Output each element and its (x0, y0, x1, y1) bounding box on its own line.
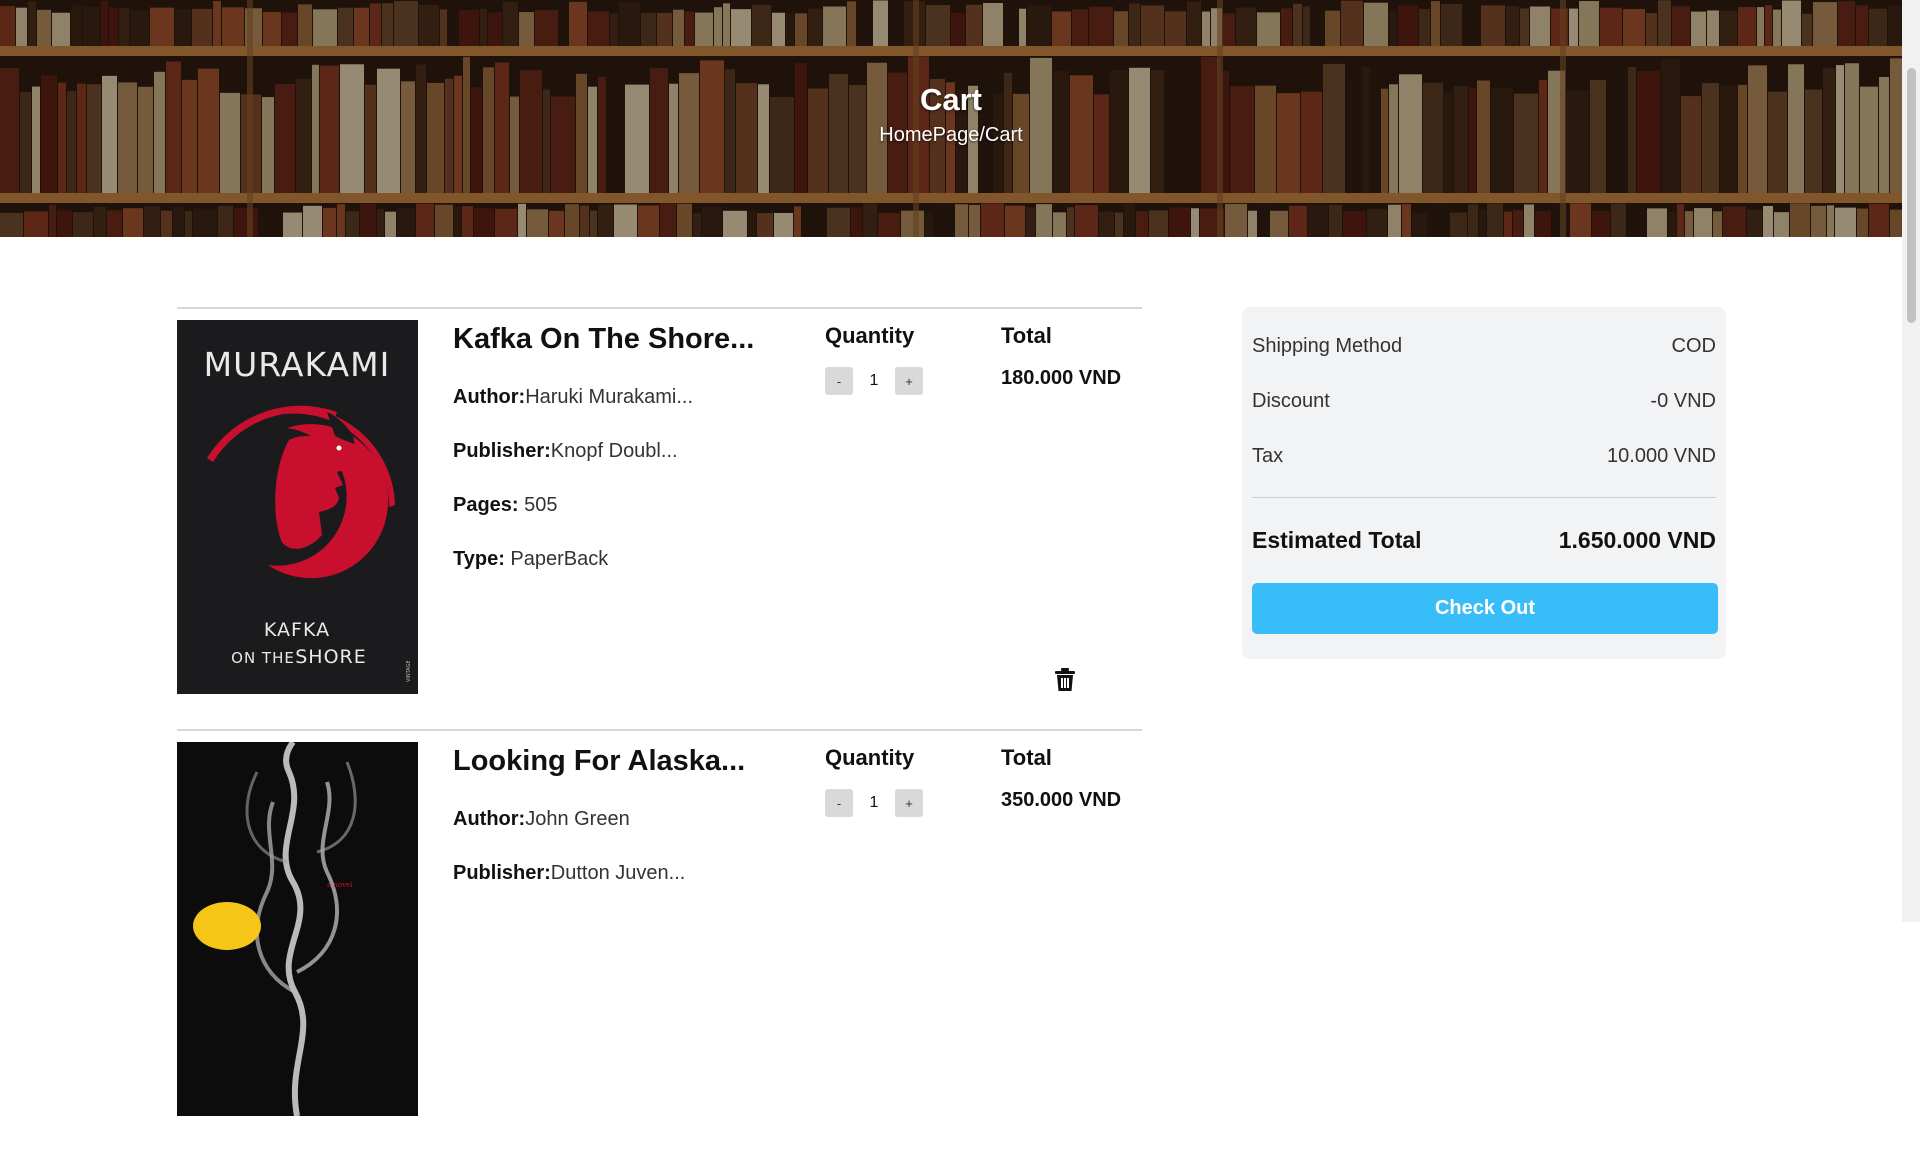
tax-value: 10.000 VND (1607, 445, 1716, 467)
estimated-total-value: 1.650.000 VND (1558, 527, 1716, 553)
total-header: Total (1001, 745, 1052, 770)
item-total: 180.000 VND (1001, 367, 1122, 389)
estimated-total-row: Estimated Total 1.650.000 VND (1252, 527, 1716, 554)
shipping-method-value: COD (1671, 335, 1716, 357)
summary-divider (1252, 497, 1716, 498)
quantity-value: 1 (869, 372, 879, 389)
book-author: Author:John Green (453, 808, 630, 830)
quantity-value: 1 (869, 794, 879, 811)
quantity-header: Quantity (825, 323, 915, 348)
book-info: Kafka On The Shore... Author:Haruki Mura… (453, 323, 783, 602)
book-pages: Pages: 505 (453, 494, 558, 516)
book-publisher: Publisher:Knopf Doubl... (453, 440, 678, 462)
quantity-header: Quantity (825, 745, 915, 770)
increase-quantity-button[interactable]: + (895, 789, 923, 817)
increase-quantity-button[interactable]: + (895, 367, 923, 395)
decrease-quantity-button[interactable]: - (825, 789, 853, 817)
page-title: Cart (919, 82, 982, 117)
discount-label: Discount (1252, 390, 1330, 412)
estimated-total-label: Estimated Total (1252, 527, 1422, 553)
discount-value: -0 VND (1650, 390, 1716, 412)
cover-author-text: MURAKAMI (204, 345, 391, 384)
cover-title-line1: KAFKA (264, 619, 330, 641)
cover-title-line2-main: SHORE (295, 646, 367, 668)
breadcrumb[interactable]: HomePage/Cart (0, 124, 1902, 147)
hero-banner: Cart HomePage/Cart (0, 0, 1902, 237)
book-title[interactable]: Looking For Alaska... (453, 745, 783, 778)
cart-items-list: MURAKAMI KAFKA ON THE SHORE VINTAGE Kafk… (177, 307, 1142, 1151)
book-publisher: Publisher:Dutton Juven... (453, 862, 686, 884)
discount-row: Discount -0 VND (1252, 390, 1716, 413)
cart-item: MURAKAMI KAFKA ON THE SHORE VINTAGE Kafk… (177, 307, 1142, 729)
decrease-quantity-button[interactable]: - (825, 367, 853, 395)
cover-title-line2-prefix: ON THE (231, 649, 295, 667)
page-scrollbar[interactable] (1902, 0, 1920, 922)
quantity-column: Quantity - 1 + (825, 323, 923, 395)
book-info: Looking For Alaska... Author:John Green … (453, 745, 783, 916)
shipping-method-row: Shipping Method COD (1252, 335, 1716, 358)
quantity-stepper: - 1 + (825, 789, 923, 817)
scrollbar-thumb[interactable] (1907, 68, 1916, 323)
shipping-method-label: Shipping Method (1252, 335, 1403, 357)
book-title[interactable]: Kafka On The Shore... (453, 323, 783, 356)
book-cover-image[interactable]: MURAKAMI KAFKA ON THE SHORE VINTAGE (177, 320, 418, 694)
order-summary: Shipping Method COD Discount -0 VND Tax … (1242, 307, 1726, 659)
tax-label: Tax (1252, 445, 1284, 467)
total-column: Total 350.000 VND (1001, 745, 1121, 812)
bookshelf-background (0, 0, 1902, 237)
book-type: Type: PaperBack (453, 548, 609, 570)
total-column: Total 180.000 VND (1001, 323, 1121, 390)
quantity-column: Quantity - 1 + (825, 745, 923, 817)
quantity-stepper: - 1 + (825, 367, 923, 395)
trash-icon[interactable] (1054, 668, 1076, 692)
book-author: Author:Haruki Murakami... (453, 386, 694, 408)
total-header: Total (1001, 323, 1052, 348)
cover-spine-text: VINTAGE (406, 660, 412, 682)
cart-item: a novel Looking For Alaska... Author:Joh… (177, 729, 1142, 1151)
book-cover-image[interactable]: a novel (177, 742, 418, 1116)
item-total: 350.000 VND (1001, 789, 1122, 811)
checkout-button[interactable]: Check Out (1252, 583, 1718, 634)
tax-row: Tax 10.000 VND (1252, 445, 1716, 468)
cover-tag-text: a novel (327, 881, 353, 889)
